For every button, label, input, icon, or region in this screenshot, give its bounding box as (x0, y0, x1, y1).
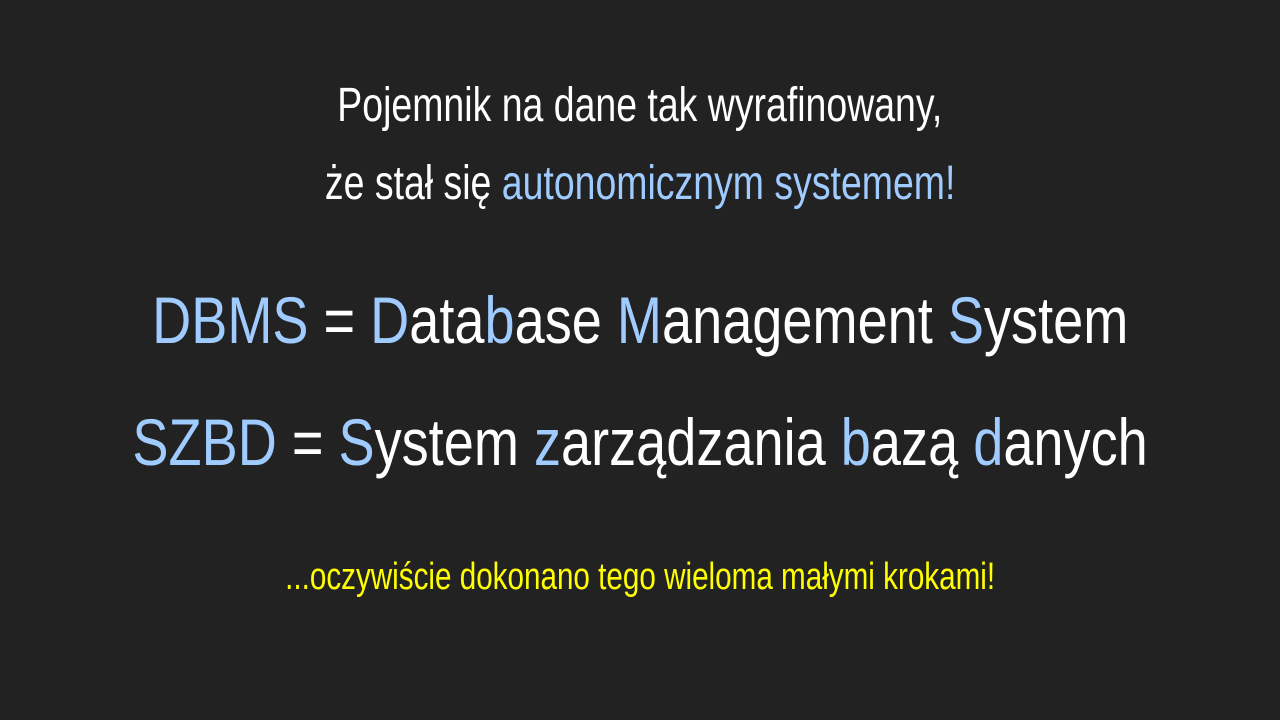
szbd-part-4-accent: d (973, 405, 1004, 479)
intro-line-2-wrapper: że stał się autonomicznym systemem! (325, 154, 955, 214)
szbd-part-3-accent: b (840, 405, 871, 479)
intro-line-2: że stał się autonomicznym systemem! (0, 154, 1280, 214)
dbms-part-1-accent: D (369, 283, 410, 357)
szbd-part-1-rest: ystem (374, 405, 534, 479)
dbms-definition-wrapper: DBMS = Database Management System (152, 280, 1128, 360)
szbd-part-2-accent: z (533, 405, 561, 479)
szbd-part-4-rest: anych (1003, 405, 1148, 479)
dbms-part-3-accent: M (616, 283, 662, 357)
dbms-part-3-rest: anagement (661, 283, 948, 357)
intro-line-2-accent: autonomicznym systemem! (501, 157, 956, 210)
dbms-part-2-accent: b (484, 283, 515, 357)
szbd-part-2-rest: arządzania (560, 405, 841, 479)
intro-line-1: Pojemnik na dane tak wyrafinowany, (0, 76, 1280, 136)
closing-note-text: ...oczywiście dokonano tego wieloma mały… (285, 556, 995, 598)
closing-note: ...oczywiście dokonano tego wieloma mały… (0, 552, 1280, 602)
szbd-equals: = (276, 405, 339, 479)
dbms-part-2-rest: ase (514, 283, 617, 357)
intro-line-2-prefix: że stał się (324, 157, 502, 210)
szbd-acronym: SZBD (132, 405, 277, 479)
szbd-part-3-rest: azą (870, 405, 974, 479)
dbms-definition: DBMS = Database Management System (0, 280, 1280, 360)
dbms-acronym: DBMS (151, 283, 309, 357)
dbms-part-1-rest: ata (409, 283, 485, 357)
dbms-part-4-rest: ystem (983, 283, 1129, 357)
dbms-equals: = (308, 283, 370, 357)
szbd-part-1-accent: S (338, 405, 375, 479)
intro-line-1-text: Pojemnik na dane tak wyrafinowany, (337, 79, 943, 132)
dbms-part-4-accent: S (947, 283, 984, 357)
szbd-definition: SZBD = System zarządzania bazą danych (0, 402, 1280, 482)
szbd-definition-wrapper: SZBD = System zarządzania bazą danych (132, 402, 1147, 482)
slide: Pojemnik na dane tak wyrafinowany, że st… (0, 0, 1280, 720)
